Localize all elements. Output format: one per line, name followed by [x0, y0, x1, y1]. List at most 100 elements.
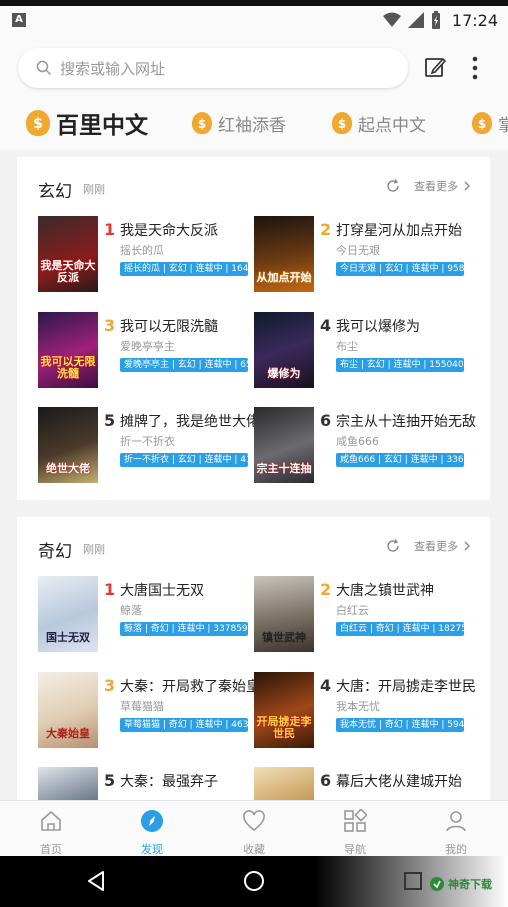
- book-tags: 白红云 | 奇幻 | 连载中 | 18275…: [336, 622, 464, 636]
- book-title: 大秦：最强弃子: [120, 774, 218, 790]
- book-tags: 草莓猫猫 | 奇幻 | 连载中 | 463…: [120, 718, 248, 732]
- heart-icon: [243, 810, 265, 832]
- signal-icon: [407, 12, 424, 28]
- book-rank: 1: [104, 580, 116, 599]
- book-author: 鲸落: [120, 604, 142, 617]
- book-tags: 折一不折衣 | 玄幻 | 连载中 | 41…: [120, 453, 248, 467]
- nav-label: 收藏: [243, 843, 265, 856]
- app-notification-icon: A: [12, 13, 26, 27]
- section-header: 奇幻 刚刚 查看更多: [17, 517, 490, 575]
- more-options-icon[interactable]: [466, 56, 484, 80]
- book-author: 我本无忧: [336, 700, 380, 713]
- book-title: 我是天命大反派: [120, 223, 218, 239]
- view-more-button[interactable]: 查看更多: [386, 538, 470, 554]
- book-item[interactable]: 开局掳走李世民 4 大唐：开局掳走李世民 我本无忧 我本无忧 | 奇幻 | 连载…: [254, 672, 476, 752]
- book-item[interactable]: 我可以无限洗髓 3 我可以无限洗髓 爱晚亭亭主 爱晚亭亭主 | 玄幻 | 连载中…: [38, 312, 258, 392]
- book-title: 大唐国士无双: [120, 583, 204, 599]
- nav-label: 发现: [141, 843, 163, 856]
- book-cover: 宗主十连抽: [254, 407, 314, 483]
- money-bag-icon: $: [26, 110, 50, 136]
- nav-label: 导航: [344, 843, 366, 856]
- home-icon: [41, 811, 61, 831]
- view-more-button[interactable]: 查看更多: [386, 178, 470, 194]
- nav-home[interactable]: 首页: [21, 807, 81, 856]
- search-placeholder: 搜索或输入网址: [60, 59, 166, 78]
- refresh-icon[interactable]: [386, 539, 400, 553]
- watermark-icon: [430, 877, 444, 891]
- book-rank: 5: [104, 411, 116, 430]
- wifi-icon: [382, 12, 401, 27]
- book-author: 今日无艰: [336, 244, 380, 257]
- book-cover: 绝世大佬: [38, 407, 98, 483]
- section-card: 玄幻 刚刚 查看更多 我是天命大反派 1 我是天命大反派 摇长的瓜 摇长的瓜 |…: [17, 157, 490, 500]
- book-title: 打穿星河从加点开始: [336, 223, 462, 239]
- tab-label: 红袖添香: [218, 115, 286, 136]
- section-updated: 刚刚: [83, 543, 105, 556]
- tab-source-1[interactable]: $ 百里中文: [26, 106, 148, 140]
- book-rank: 3: [104, 316, 116, 335]
- nav-profile[interactable]: 我的: [426, 807, 486, 856]
- money-bag-icon: $: [472, 112, 492, 134]
- tab-source-4[interactable]: $ 掌: [472, 106, 508, 140]
- book-cover: 开局掳走李世民: [254, 672, 314, 748]
- grid-icon: [344, 809, 367, 832]
- book-cover: [254, 767, 314, 800]
- watermark-logo: 神奇下载: [430, 876, 492, 892]
- search-input[interactable]: 搜索或输入网址: [18, 48, 408, 88]
- book-author: 白红云: [336, 604, 369, 617]
- battery-icon: [431, 11, 440, 29]
- book-cover: 从加点开始: [254, 216, 314, 292]
- book-item[interactable]: 国士无双 1 大唐国士无双 鲸落 鲸落 | 奇幻 | 连载中 | 3378596…: [38, 576, 258, 656]
- section-title: 玄幻: [38, 182, 72, 202]
- book-item[interactable]: 爆修为 4 我可以爆修为 布尘 布尘 | 玄幻 | 连载中 | 1550407…: [254, 312, 474, 392]
- watermark-text: 神奇下载: [448, 878, 492, 891]
- chevron-right-icon: [464, 181, 470, 191]
- user-icon: [446, 811, 466, 832]
- book-tags: 爱晚亭亭主 | 玄幻 | 连载中 | 65…: [120, 358, 248, 372]
- status-time: 17:24: [451, 10, 498, 30]
- recents-icon[interactable]: [403, 871, 423, 891]
- money-bag-icon: $: [192, 112, 212, 134]
- book-cover: 国士无双: [38, 576, 98, 652]
- back-icon[interactable]: [86, 870, 106, 892]
- book-tags: 今日无艰 | 玄幻 | 连载中 | 958…: [336, 262, 464, 276]
- book-rank: 4: [320, 316, 332, 335]
- book-rank: 1: [104, 220, 116, 239]
- search-icon: [36, 60, 52, 76]
- book-item[interactable]: 5 大秦：最强弃子: [38, 767, 258, 800]
- nav-discover[interactable]: 发现: [122, 807, 182, 856]
- home-circle-icon[interactable]: [243, 870, 265, 892]
- tab-source-3[interactable]: $ 起点中文: [332, 106, 426, 140]
- book-item[interactable]: 从加点开始 2 打穿星河从加点开始 今日无艰 今日无艰 | 玄幻 | 连载中 |…: [254, 216, 474, 296]
- book-rank: 2: [320, 580, 332, 599]
- book-item[interactable]: 我是天命大反派 1 我是天命大反派 摇长的瓜 摇长的瓜 | 玄幻 | 连载中 |…: [38, 216, 258, 296]
- book-item[interactable]: 镇世武神 2 大唐之镇世武神 白红云 白红云 | 奇幻 | 连载中 | 1827…: [254, 576, 474, 656]
- book-cover: 爆修为: [254, 312, 314, 388]
- book-cover: 镇世武神: [254, 576, 314, 652]
- book-rank: 5: [104, 771, 116, 790]
- refresh-icon[interactable]: [386, 179, 400, 193]
- chevron-right-icon: [464, 541, 470, 551]
- section-header: 玄幻 刚刚 查看更多: [17, 157, 490, 215]
- nav-navigation[interactable]: 导航: [325, 807, 385, 856]
- book-item[interactable]: 6 幕后大佬从建城开始: [254, 767, 474, 800]
- book-item[interactable]: 绝世大佬 5 摊牌了，我是绝世大佬 折一不折衣 折一不折衣 | 玄幻 | 连载中…: [38, 407, 260, 487]
- book-author: 折一不折衣: [120, 435, 175, 448]
- book-item[interactable]: 宗主十连抽 6 宗主从十连抽开始无敌 咸鱼666 咸鱼666 | 玄幻 | 连载…: [254, 407, 476, 487]
- book-cover: 我是天命大反派: [38, 216, 98, 292]
- book-tags: 鲸落 | 奇幻 | 连载中 | 3378596…: [120, 622, 248, 636]
- book-item[interactable]: 大秦始皇 3 大秦：开局救了秦始皇 草莓猫猫 草莓猫猫 | 奇幻 | 连载中 |…: [38, 672, 260, 752]
- tab-label: 掌: [498, 115, 508, 136]
- nav-favorites[interactable]: 收藏: [224, 807, 284, 856]
- book-tags: 摇长的瓜 | 玄幻 | 连载中 | 164…: [120, 262, 248, 276]
- book-tags: 咸鱼666 | 玄幻 | 连载中 | 3363…: [336, 453, 464, 467]
- book-author: 咸鱼666: [336, 435, 379, 448]
- edit-icon[interactable]: [424, 56, 446, 78]
- book-cover: 大秦始皇: [38, 672, 98, 748]
- search-row: 搜索或输入网址: [0, 34, 508, 98]
- tab-source-2[interactable]: $ 红袖添香: [192, 106, 286, 140]
- view-more-label: 查看更多: [414, 180, 458, 193]
- book-title: 大唐之镇世武神: [336, 583, 434, 599]
- book-rank: 6: [320, 411, 332, 430]
- tab-label: 起点中文: [358, 115, 426, 136]
